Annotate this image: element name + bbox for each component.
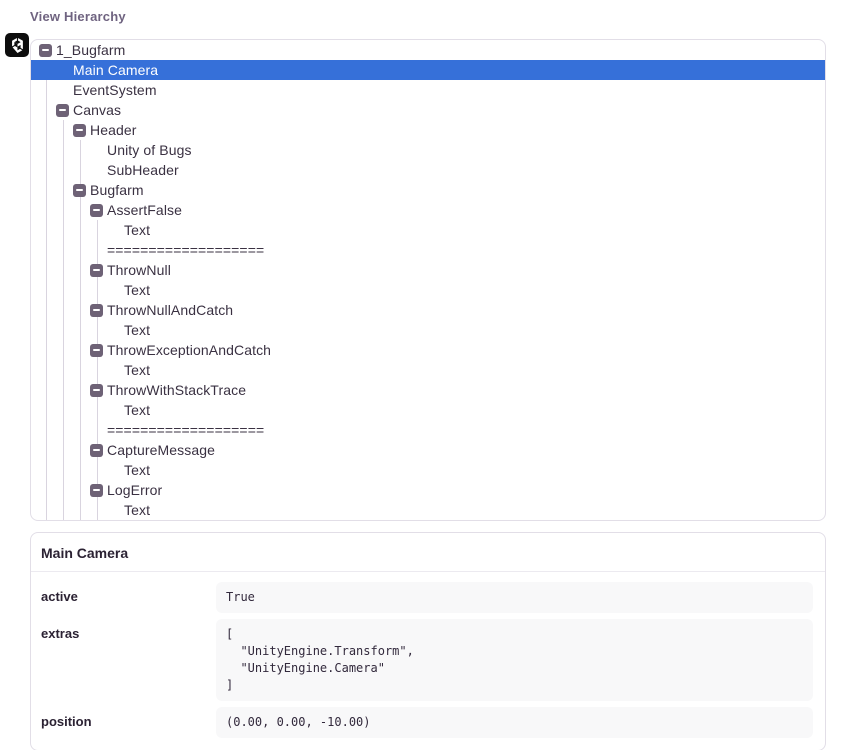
tree-row[interactable]: 1_Bugfarm: [31, 40, 825, 60]
tree-row[interactable]: Bugfarm: [31, 180, 825, 200]
collapse-minus-icon[interactable]: [90, 444, 103, 457]
tree-node-label: AssertFalse: [107, 200, 182, 220]
tree-row[interactable]: Text: [31, 320, 825, 340]
detail-value: True: [226, 589, 803, 606]
unity-logo-icon: [10, 38, 25, 53]
detail-value-box: [ "UnityEngine.Transform", "UnityEngine.…: [216, 619, 813, 701]
tree-node-label: Main Camera: [73, 60, 158, 80]
hierarchy-tree-panel[interactable]: 1_BugfarmMain CameraEventSystemCanvasHea…: [30, 39, 826, 521]
page-title: View Hierarchy: [30, 9, 855, 24]
unity-platform-badge: [5, 33, 29, 57]
tree-node-label: Header: [90, 120, 137, 140]
view-hierarchy-section: 1_BugfarmMain CameraEventSystemCanvasHea…: [30, 39, 826, 521]
tree-row-separator[interactable]: ===================: [31, 240, 825, 260]
detail-value: [ "UnityEngine.Transform", "UnityEngine.…: [226, 626, 803, 694]
tree-node-label: Text: [124, 360, 150, 380]
collapse-minus-icon[interactable]: [90, 384, 103, 397]
tree-row[interactable]: AssertFalse: [31, 200, 825, 220]
tree-node-label: Text: [124, 500, 150, 520]
tree-row[interactable]: Header: [31, 120, 825, 140]
node-detail-panel: Main Camera active True extras [ "UnityEngi…: [30, 532, 826, 750]
tree-row[interactable]: Text: [31, 460, 825, 480]
tree-node-label: ThrowNull: [107, 260, 171, 280]
tree-row[interactable]: Unity of Bugs: [31, 140, 825, 160]
tree-node-label: EventSystem: [73, 80, 157, 100]
tree-row[interactable]: Text: [31, 220, 825, 240]
detail-value: (0.00, 0.00, -10.00): [226, 714, 803, 731]
tree-row[interactable]: ThrowNull: [31, 260, 825, 280]
detail-value-box: True: [216, 582, 813, 613]
tree-row[interactable]: Canvas: [31, 100, 825, 120]
detail-key: active: [41, 582, 216, 604]
detail-row: position (0.00, 0.00, -10.00): [41, 707, 813, 738]
collapse-minus-icon[interactable]: [90, 484, 103, 497]
tree-node-label: Canvas: [73, 100, 121, 120]
tree-node-label: 1_Bugfarm: [56, 40, 125, 60]
collapse-minus-icon[interactable]: [73, 124, 86, 137]
tree-node-label: Text: [124, 280, 150, 300]
detail-row: extras [ "UnityEngine.Transform", "UnityE…: [41, 619, 813, 701]
tree-row-separator[interactable]: ===================: [31, 420, 825, 440]
tree-row[interactable]: Text: [31, 500, 825, 520]
tree-row[interactable]: Text: [31, 360, 825, 380]
tree-node-label: ===================: [107, 420, 264, 440]
tree-row[interactable]: CaptureMessage: [31, 440, 825, 460]
tree-row[interactable]: EventSystem: [31, 80, 825, 100]
tree-node-label: SubHeader: [107, 160, 179, 180]
tree-row[interactable]: Text: [31, 280, 825, 300]
collapse-minus-icon[interactable]: [90, 204, 103, 217]
tree-row[interactable]: ThrowExceptionAndCatch: [31, 340, 825, 360]
detail-title: Main Camera: [31, 533, 825, 572]
detail-key: extras: [41, 619, 216, 641]
collapse-minus-icon[interactable]: [90, 264, 103, 277]
collapse-minus-icon[interactable]: [39, 44, 52, 57]
tree-node-label: Text: [124, 320, 150, 340]
tree-node-label: Bugfarm: [90, 180, 144, 200]
tree-node-label: ThrowNullAndCatch: [107, 300, 233, 320]
tree-node-label: ===================: [107, 240, 264, 260]
detail-row: active True: [41, 582, 813, 613]
detail-key: position: [41, 707, 216, 729]
tree-row[interactable]: ThrowNullAndCatch: [31, 300, 825, 320]
tree-node-label: Text: [124, 220, 150, 240]
tree-row[interactable]: SubHeader: [31, 160, 825, 180]
collapse-minus-icon[interactable]: [73, 184, 86, 197]
tree-rows: 1_BugfarmMain CameraEventSystemCanvasHea…: [31, 40, 825, 520]
tree-row[interactable]: Main Camera: [31, 60, 825, 80]
collapse-minus-icon[interactable]: [90, 344, 103, 357]
tree-node-label: Text: [124, 400, 150, 420]
collapse-minus-icon[interactable]: [90, 304, 103, 317]
tree-node-label: LogError: [107, 480, 162, 500]
detail-value-box: (0.00, 0.00, -10.00): [216, 707, 813, 738]
tree-row[interactable]: Text: [31, 400, 825, 420]
tree-node-label: ThrowExceptionAndCatch: [107, 340, 271, 360]
tree-node-label: CaptureMessage: [107, 440, 215, 460]
tree-row[interactable]: ThrowWithStackTrace: [31, 380, 825, 400]
collapse-minus-icon[interactable]: [56, 104, 69, 117]
tree-row[interactable]: LogError: [31, 480, 825, 500]
tree-node-label: ThrowWithStackTrace: [107, 380, 246, 400]
detail-rows: active True extras [ "UnityEngine.Transform…: [31, 572, 825, 750]
tree-node-label: Unity of Bugs: [107, 140, 192, 160]
tree-node-label: Text: [124, 460, 150, 480]
